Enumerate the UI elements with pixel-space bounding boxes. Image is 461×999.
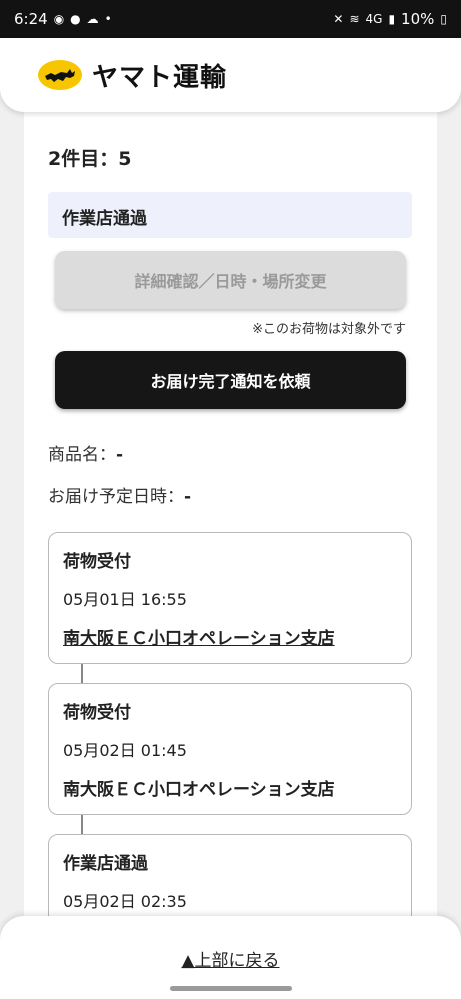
cat-silhouette-icon bbox=[45, 69, 75, 82]
detail-change-button[interactable]: 詳細確認／日時・場所変更 bbox=[55, 251, 406, 309]
timeline-connector bbox=[81, 815, 83, 835]
timeline-status: 荷物受付 bbox=[63, 552, 131, 572]
status-bar: 6:24 ◉ ● ☁ • ✕ ≋ 4G ▮ 10% ▯ bbox=[0, 0, 461, 38]
delivery-notification-button[interactable]: お届け完了通知を依頼 bbox=[55, 351, 406, 409]
timeline-status: 作業店通過 bbox=[63, 854, 148, 874]
timeline-time: 05月01日 16:55 bbox=[63, 590, 187, 609]
battery-percent: 10% bbox=[401, 10, 435, 28]
home-indicator[interactable] bbox=[170, 986, 292, 991]
status-left: 6:24 ◉ ● ☁ • bbox=[14, 10, 112, 28]
timeline-status: 荷物受付 bbox=[63, 703, 131, 723]
timeline-time: 05月02日 02:35 bbox=[63, 892, 187, 911]
product-label: 商品名： bbox=[48, 445, 116, 465]
timeline-place: 南大阪ＥＣ小口オペレーション支店 bbox=[63, 780, 335, 800]
not-applicable-note: ※このお荷物は対象外です bbox=[252, 322, 406, 337]
delivery-date-line: お届け予定日時：- bbox=[48, 482, 191, 507]
brand-name[interactable]: ヤマト運輸 bbox=[92, 57, 227, 94]
current-status: 作業店通過 bbox=[48, 192, 412, 238]
app-notification-icon: ◉ bbox=[53, 12, 65, 26]
network-label: 4G bbox=[365, 12, 383, 26]
cloud-icon: ☁ bbox=[86, 12, 99, 26]
status-right: ✕ ≋ 4G ▮ 10% ▯ bbox=[333, 10, 447, 28]
timeline-card: 荷物受付 05月02日 01:45 南大阪ＥＣ小口オペレーション支店 bbox=[48, 683, 412, 815]
item-title: 2件目：5 bbox=[48, 148, 132, 170]
timeline-connector bbox=[81, 664, 83, 684]
back-to-top-link[interactable]: ▲上部に戻る bbox=[0, 946, 461, 971]
timeline-card: 荷物受付 05月01日 16:55 南大阪ＥＣ小口オペレーション支店 bbox=[48, 532, 412, 664]
status-time: 6:24 bbox=[14, 10, 48, 28]
product-value: - bbox=[116, 445, 124, 465]
delivery-label: お届け予定日時： bbox=[48, 487, 184, 507]
chat-notification-icon: ● bbox=[70, 12, 81, 26]
dot-icon: • bbox=[104, 12, 112, 26]
wifi-icon: ≋ bbox=[349, 12, 360, 26]
app-header: ヤマト運輸 bbox=[0, 38, 461, 112]
timeline-time: 05月02日 01:45 bbox=[63, 741, 187, 760]
mute-icon: ✕ bbox=[333, 12, 344, 26]
tracking-content: 2件目：5 作業店通過 詳細確認／日時・場所変更 ※このお荷物は対象外です お届… bbox=[24, 100, 437, 930]
footer-bar: ▲上部に戻る bbox=[0, 916, 461, 999]
battery-icon: ▯ bbox=[440, 12, 447, 26]
black-cat-logo-icon[interactable] bbox=[38, 60, 82, 90]
product-name-line: 商品名：- bbox=[48, 440, 123, 465]
signal-icon: ▮ bbox=[388, 12, 396, 26]
timeline-place-link[interactable]: 南大阪ＥＣ小口オペレーション支店 bbox=[63, 624, 397, 649]
delivery-value: - bbox=[184, 487, 192, 507]
